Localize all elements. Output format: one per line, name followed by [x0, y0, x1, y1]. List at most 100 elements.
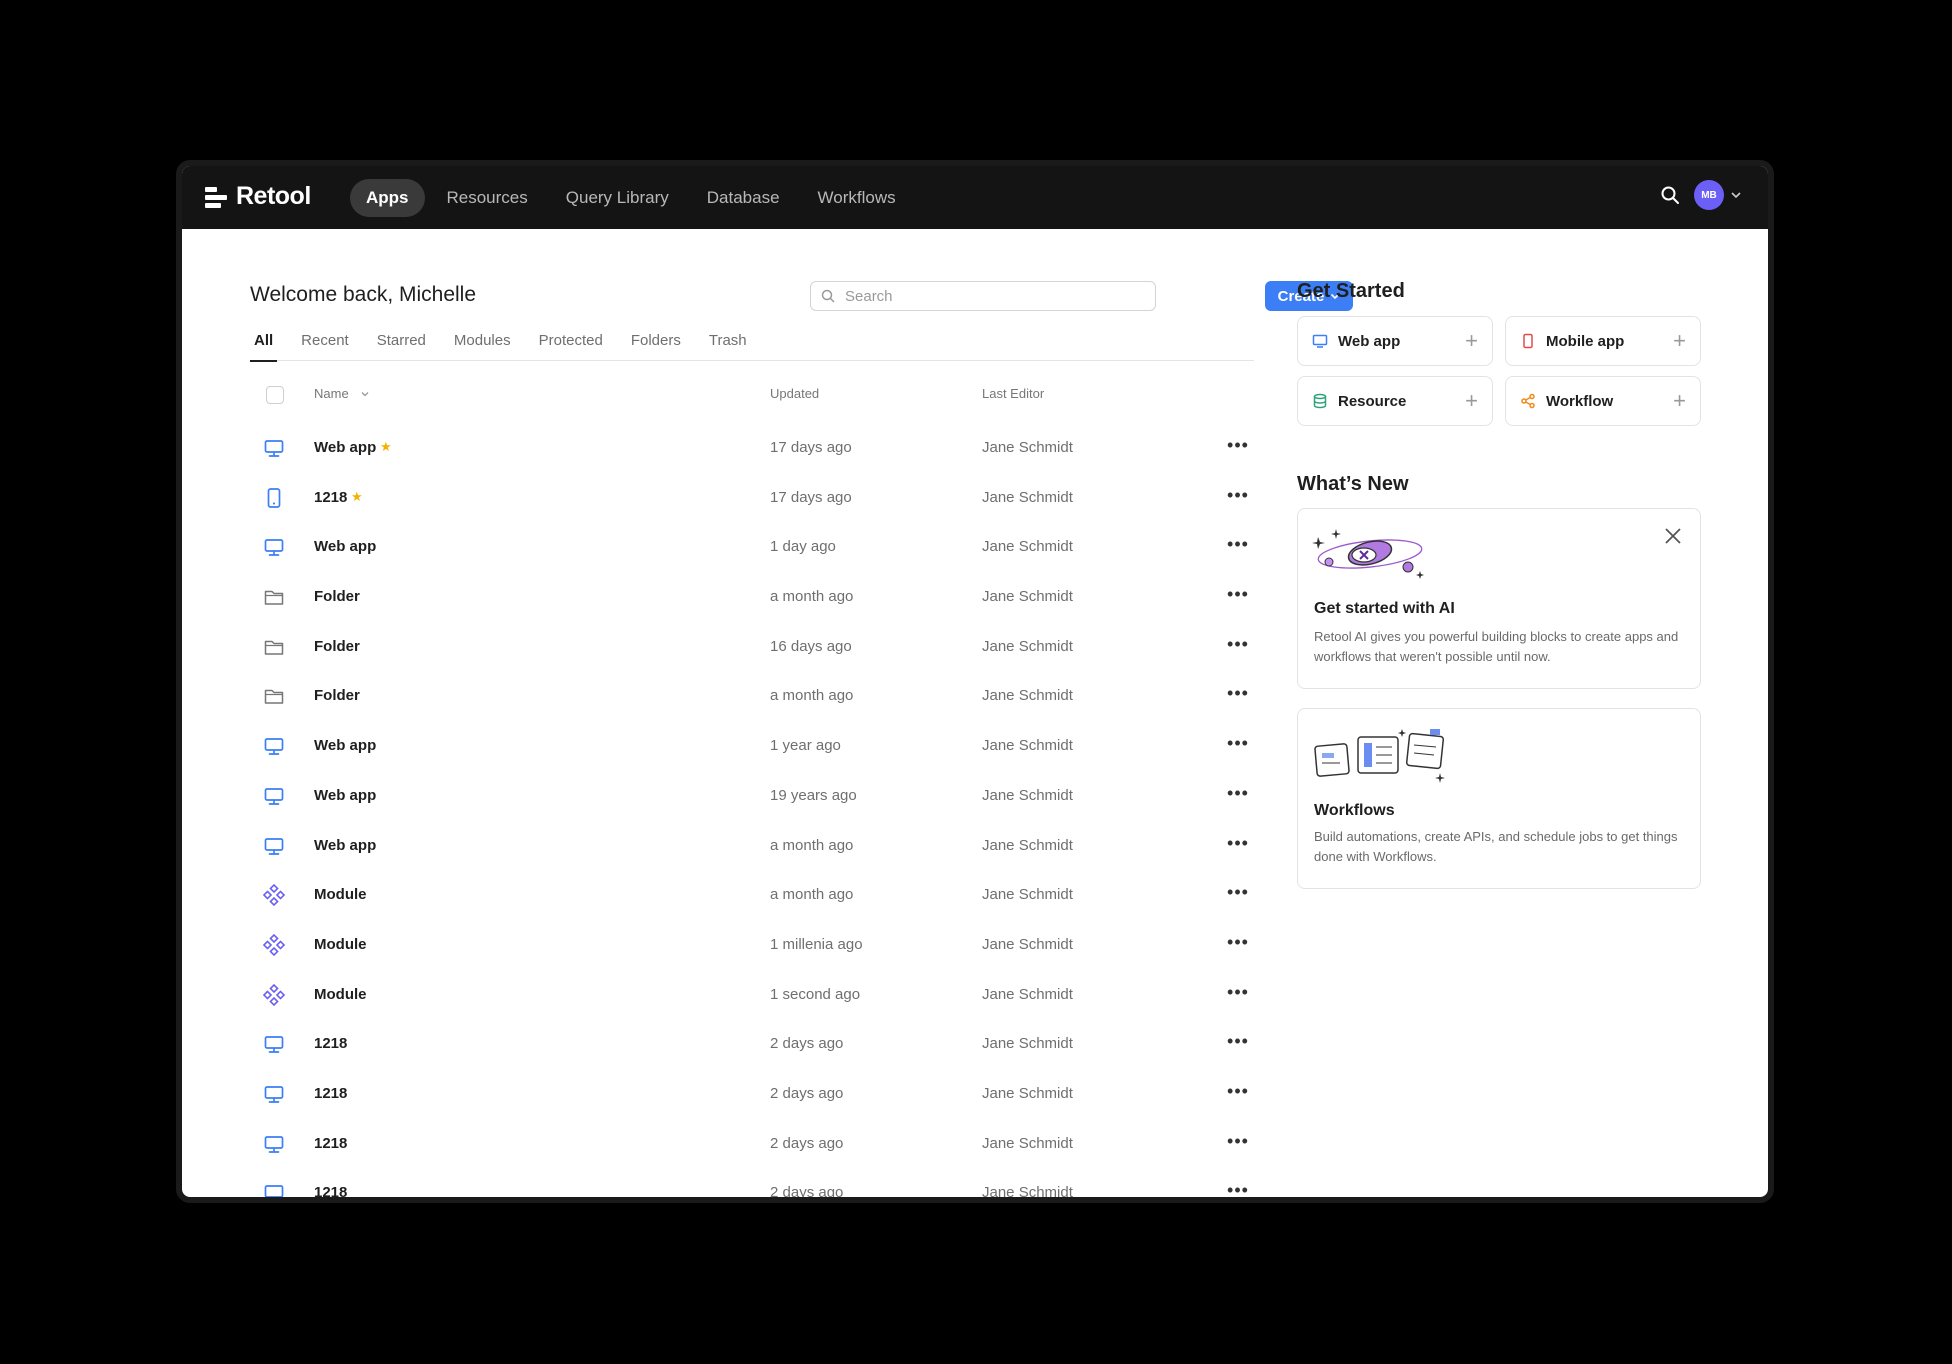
web-app-icon [262, 1181, 286, 1197]
more-options-icon[interactable]: ••• [1226, 632, 1250, 656]
row-name[interactable]: 1218 [314, 1135, 347, 1152]
more-options-icon[interactable]: ••• [1226, 1079, 1250, 1103]
select-all-checkbox[interactable] [266, 386, 284, 404]
tab-modules[interactable]: Modules [450, 332, 515, 360]
table-row[interactable]: Folder a month ago Jane Schmidt ••• [250, 573, 1254, 623]
more-options-icon[interactable]: ••• [1226, 980, 1250, 1004]
nav-item-workflows[interactable]: Workflows [802, 179, 912, 217]
more-options-icon[interactable]: ••• [1226, 433, 1250, 457]
row-updated: 17 days ago [770, 439, 852, 456]
database-icon [1313, 393, 1327, 409]
news-card-ai[interactable]: Get started with AI Retool AI gives you … [1297, 508, 1701, 689]
mobile-app-icon [262, 486, 286, 510]
more-options-icon[interactable]: ••• [1226, 880, 1250, 904]
tab-recent[interactable]: Recent [297, 332, 353, 360]
avatar[interactable]: MB [1694, 180, 1724, 210]
row-name[interactable]: 1218 [314, 1035, 347, 1052]
row-last-editor: Jane Schmidt [982, 935, 1073, 953]
plus-icon: + [1465, 328, 1478, 353]
more-options-icon[interactable]: ••• [1226, 582, 1250, 606]
row-name[interactable]: Web app [314, 787, 376, 804]
row-name[interactable]: Module [314, 936, 367, 953]
get-started-workflow[interactable]: Workflow + [1505, 376, 1701, 426]
row-name[interactable]: Module [314, 986, 367, 1003]
nav-item-resources[interactable]: Resources [431, 179, 544, 217]
get-started-mobile-app[interactable]: Mobile app + [1505, 316, 1701, 366]
row-name[interactable]: Web app [314, 837, 376, 854]
search-icon[interactable] [1660, 185, 1680, 205]
table-row[interactable]: Folder a month ago Jane Schmidt ••• [250, 672, 1254, 722]
table-row[interactable]: Web app 1 year ago Jane Schmidt ••• [250, 722, 1254, 772]
retool-logo[interactable]: Retool [205, 182, 311, 211]
get-started-title: Get Started [1297, 280, 1405, 302]
row-name[interactable]: Folder [314, 687, 360, 704]
table-row[interactable]: 1218 2 days ago Jane Schmidt ••• [250, 1020, 1254, 1070]
row-name[interactable]: 1218 [314, 489, 347, 506]
row-last-editor: Jane Schmidt [982, 488, 1073, 506]
more-options-icon[interactable]: ••• [1226, 532, 1250, 556]
more-options-icon[interactable]: ••• [1226, 1129, 1250, 1153]
table-row[interactable]: Web app 19 years ago Jane Schmidt ••• [250, 772, 1254, 822]
chevron-down-icon[interactable] [360, 389, 370, 399]
more-options-icon[interactable]: ••• [1226, 483, 1250, 507]
retool-logo-icon [205, 186, 227, 208]
table-row[interactable]: 1218 2 days ago Jane Schmidt ••• [250, 1169, 1254, 1197]
nav-item-query-library[interactable]: Query Library [550, 179, 685, 217]
row-name[interactable]: 1218 [314, 1085, 347, 1102]
star-icon[interactable]: ★ [380, 439, 392, 455]
more-options-icon[interactable]: ••• [1226, 831, 1250, 855]
more-options-icon[interactable]: ••• [1226, 1029, 1250, 1053]
table-header: Name Updated Last Editor [250, 386, 1254, 416]
row-name[interactable]: Web app [314, 538, 376, 555]
row-name[interactable]: Web app [314, 737, 376, 754]
table-row[interactable]: 1218 2 days ago Jane Schmidt ••• [250, 1070, 1254, 1120]
get-started-workflow-label: Workflow [1546, 392, 1614, 410]
more-options-icon[interactable]: ••• [1226, 781, 1250, 805]
nav-item-apps[interactable]: Apps [350, 179, 425, 217]
table-row[interactable]: Web app 1 day ago Jane Schmidt ••• [250, 523, 1254, 573]
module-icon [262, 983, 286, 1007]
tab-all[interactable]: All [250, 332, 278, 362]
search-input[interactable] [843, 286, 1137, 306]
table-row[interactable]: Folder 16 days ago Jane Schmidt ••• [250, 623, 1254, 673]
column-name[interactable]: Name [314, 386, 349, 401]
more-options-icon[interactable]: ••• [1226, 681, 1250, 705]
tab-trash[interactable]: Trash [705, 332, 751, 360]
table-row[interactable]: Web app 17 days ago Jane Schmidt ••• ★ [250, 424, 1254, 474]
row-name[interactable]: Folder [314, 588, 360, 605]
table-row[interactable]: Web app a month ago Jane Schmidt ••• [250, 822, 1254, 872]
web-app-icon [262, 535, 286, 559]
close-icon[interactable] [1662, 525, 1684, 547]
row-name[interactable]: Folder [314, 638, 360, 655]
get-started-resource[interactable]: Resource + [1297, 376, 1493, 426]
web-app-icon [262, 1132, 286, 1156]
web-app-icon [262, 834, 286, 858]
table-row[interactable]: Module 1 second ago Jane Schmidt ••• [250, 971, 1254, 1021]
news-card-workflows[interactable]: Workflows Build automations, create APIs… [1297, 708, 1701, 889]
star-icon[interactable]: ★ [351, 489, 363, 505]
column-updated[interactable]: Updated [770, 386, 819, 401]
tab-starred[interactable]: Starred [373, 332, 430, 360]
column-last-editor[interactable]: Last Editor [982, 386, 1044, 401]
more-options-icon[interactable]: ••• [1226, 930, 1250, 954]
table-row[interactable]: 1218 2 days ago Jane Schmidt ••• [250, 1120, 1254, 1170]
search-field[interactable] [810, 281, 1156, 311]
row-updated: 2 days ago [770, 1084, 844, 1102]
row-updated: 2 days ago [770, 1134, 844, 1152]
row-name[interactable]: 1218 [314, 1184, 347, 1197]
top-nav: Retool Apps Resources Query Library Data… [182, 166, 1768, 229]
row-name[interactable]: Module [314, 886, 367, 903]
table-row[interactable]: Module a month ago Jane Schmidt ••• [250, 871, 1254, 921]
row-name[interactable]: Web app [314, 439, 376, 456]
nav-items: Apps Resources Query Library Database Wo… [350, 179, 912, 217]
table-row[interactable]: Module 1 millenia ago Jane Schmidt ••• [250, 921, 1254, 971]
web-app-icon [262, 734, 286, 758]
more-options-icon[interactable]: ••• [1226, 731, 1250, 755]
more-options-icon[interactable]: ••• [1226, 1178, 1250, 1197]
nav-item-database[interactable]: Database [691, 179, 796, 217]
tab-folders[interactable]: Folders [627, 332, 685, 360]
get-started-web-app[interactable]: Web app + [1297, 316, 1493, 366]
chevron-down-icon[interactable] [1730, 189, 1742, 201]
table-row[interactable]: 1218 17 days ago Jane Schmidt ••• ★ [250, 474, 1254, 524]
tab-protected[interactable]: Protected [535, 332, 607, 360]
